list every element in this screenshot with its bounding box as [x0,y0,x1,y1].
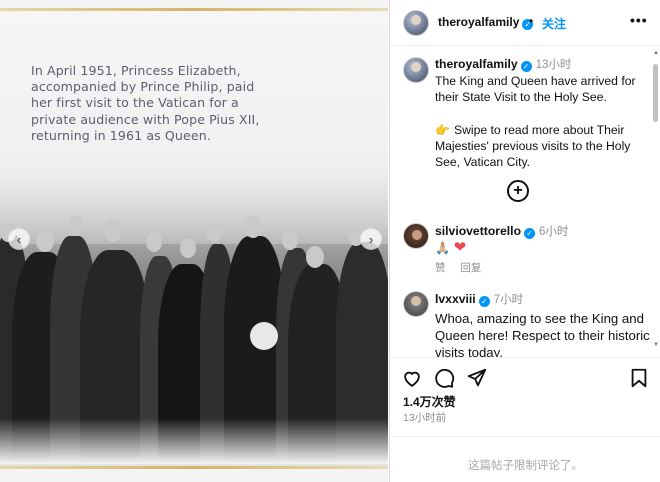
scroll-down-arrow-icon[interactable]: ▼ [653,342,659,348]
caption-username[interactable]: theroyalfamily [435,57,518,71]
avatar[interactable] [403,223,429,249]
chevron-left-icon: ‹ [16,231,22,247]
scrollbar[interactable]: ▲ ▼ [652,50,659,350]
comments-scroll-area[interactable]: theroyalfamily ✓ 13小时 The King and Queen h… [390,47,660,357]
gold-border-bottom [0,466,388,469]
avatar[interactable] [403,10,429,36]
gold-border-top [0,8,388,11]
verified-badge-icon: ✓ [478,296,490,307]
comments-restricted-notice: 这篇帖子限制评论了。 [390,436,660,482]
carousel-prev-button[interactable]: ‹ [8,228,30,250]
verified-badge-icon: ✓ [520,61,532,72]
comment-username[interactable]: lvxxviii [435,292,476,306]
comment-reply-button[interactable]: 回复 [460,262,481,274]
send-icon[interactable] [466,367,488,389]
photo-head [68,216,84,236]
post-timestamp: 13小时前 [403,412,447,424]
praying-hands-emoji: 🙏🏼 [435,241,451,256]
more-horizontal-icon[interactable]: ••• [630,12,648,28]
comment-actions: 赞 回复 [435,260,650,276]
photo-head [104,220,122,242]
photo-head [146,232,162,252]
header-username-text[interactable]: theroyalfamily [438,15,519,29]
header-username[interactable]: theroyalfamily ✓ [438,15,534,30]
caption-line-2: 👉 Swipe to read more about Their Majestie… [435,122,650,171]
photo-head [206,222,222,242]
comment-username[interactable]: silviovettorello [435,224,521,238]
red-heart-emoji: ❤ [453,239,467,257]
photo-head [244,216,262,238]
avatar[interactable] [403,291,429,317]
photo-head [282,230,298,250]
media-caption-text: In April 1951, Princess Elizabeth, accom… [31,63,260,143]
avatar[interactable] [403,57,429,83]
comment-body: silviovettorello ✓ 6小时 🙏🏼 ❤ 赞 回复 [435,223,650,277]
scrollbar-thumb[interactable] [653,64,658,122]
historical-photo [0,164,388,464]
header-separator: • [529,14,534,28]
post-media[interactable]: In April 1951, Princess Elizabeth, accom… [0,0,388,482]
caption-line-2-text: Swipe to read more about Their Majesties… [435,122,631,170]
comment-icon[interactable] [433,367,455,389]
comment-text: 🙏🏼 ❤ [435,240,650,256]
pointing-hand-emoji: 👉 [435,122,450,137]
bookmark-icon[interactable] [628,367,650,389]
post-actions-bar [390,357,660,397]
comment-text: Whoa, amazing to see the King and Queen … [435,311,650,357]
verified-badge-icon: ✓ [524,228,536,239]
carousel-next-button[interactable]: › [360,228,382,250]
photo-head [306,246,324,268]
comment-body: lvxxviii ✓ 7小时 Whoa, amazing to see the Ki… [435,291,650,357]
caption-time: 13小时 [535,59,572,71]
photo-head [180,238,196,258]
caption-text: theroyalfamily ✓ 13小时 The King and Queen h… [435,56,650,170]
photo-head [36,230,54,252]
caption-line-1: The King and Queen have arrived for thei… [435,74,636,105]
post-header: theroyalfamily ✓ • 关注 ••• [390,0,660,46]
chevron-right-icon: › [368,231,374,247]
comment-like-button[interactable]: 赞 [435,262,446,274]
likes-count[interactable]: 1.4万次赞 [403,393,456,410]
follow-button[interactable]: 关注 [542,15,566,32]
comment-time: 6小时 [539,226,569,238]
comment-time: 7小时 [493,294,524,306]
heart-outline-icon[interactable] [401,367,423,389]
post-side-panel: theroyalfamily ✓ • 关注 ••• theroyalfamily ✓… [389,0,660,482]
plus-circle-icon[interactable]: + [507,180,529,202]
scroll-up-arrow-icon[interactable]: ▲ [653,50,659,56]
photo-wall [0,164,388,244]
photo-white-cap [250,322,278,350]
photo-fade [0,418,388,464]
